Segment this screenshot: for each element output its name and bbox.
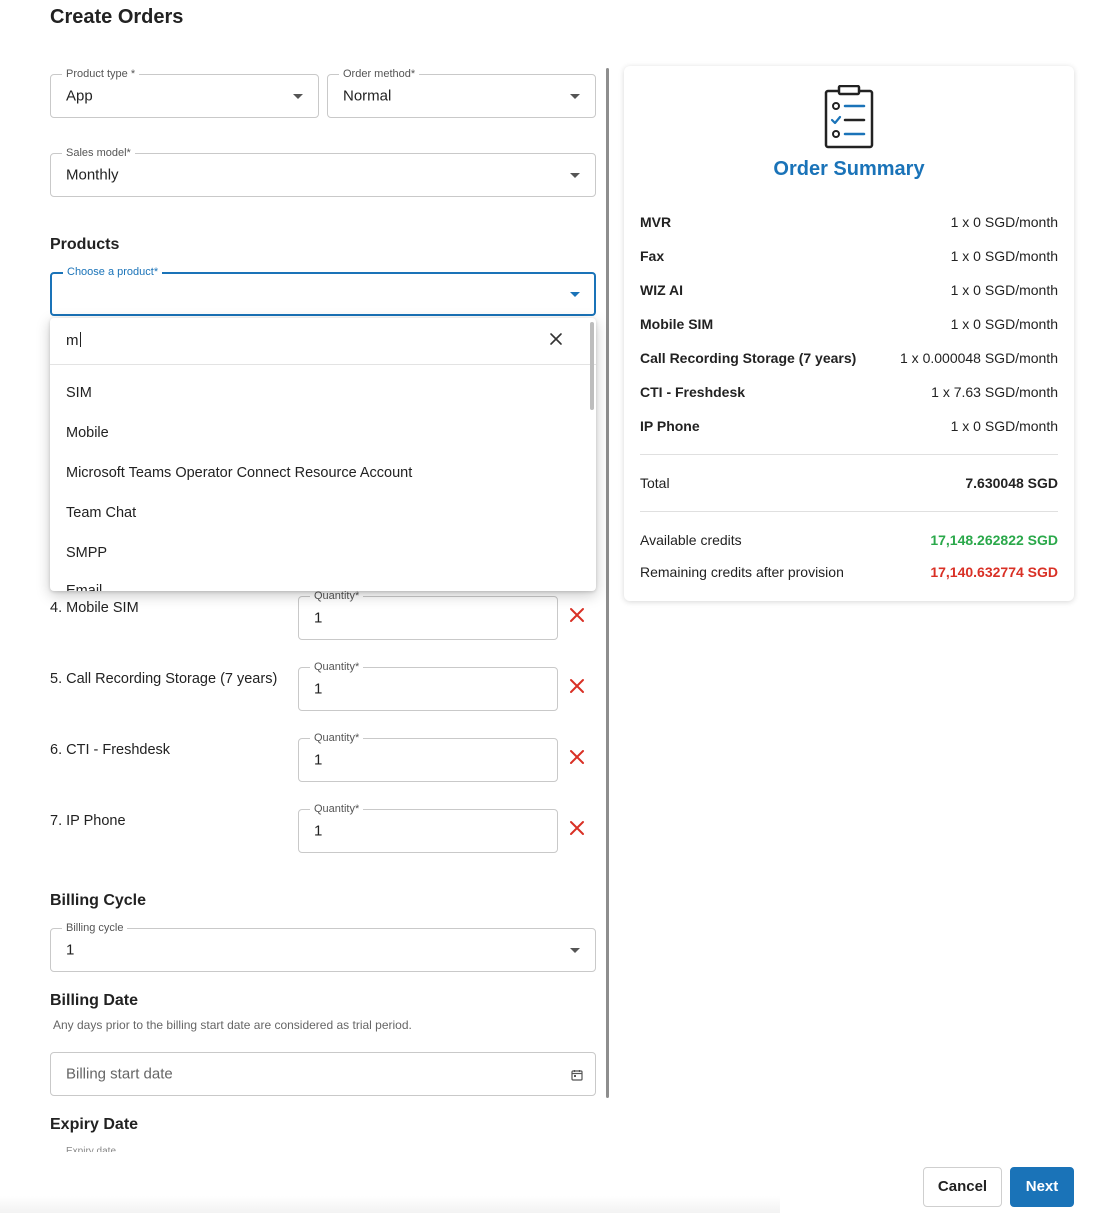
quantity-value: 1 [314, 609, 323, 627]
quantity-value: 1 [314, 822, 323, 840]
quantity-value: 1 [314, 751, 323, 769]
summary-item: IP Phone 1 x 0 SGD/month [640, 418, 1058, 436]
product-row-label: 4. Mobile SIM [50, 600, 139, 616]
billing-date-hint: Any days prior to the billing start date… [53, 1018, 412, 1032]
quantity-label: Quantity* [310, 661, 364, 673]
page-title: Create Orders [50, 6, 184, 28]
chevron-down-icon [293, 94, 303, 99]
quantity-label: Quantity* [310, 803, 364, 815]
summary-item: MVR 1 x 0 SGD/month [640, 214, 1058, 232]
summary-divider [640, 454, 1058, 455]
summary-item-name: CTI - Freshdesk [640, 384, 746, 400]
product-type-label: Product type * [62, 68, 140, 80]
summary-item: Mobile SIM 1 x 0 SGD/month [640, 316, 1058, 334]
quantity-label: Quantity* [310, 732, 364, 744]
summary-item-price: 1 x 0 SGD/month [950, 282, 1058, 298]
summary-item-price: 1 x 0 SGD/month [950, 248, 1058, 264]
summary-item: Call Recording Storage (7 years) 1 x 0.0… [640, 350, 1058, 368]
summary-item-price: 1 x 0 SGD/month [950, 214, 1058, 230]
dropdown-option[interactable]: Email [66, 583, 102, 591]
summary-item-name: Call Recording Storage (7 years) [640, 350, 857, 366]
expiry-date-heading: Expiry Date [50, 1116, 139, 1133]
sales-model-value: Monthly [66, 166, 119, 184]
quantity-value: 1 [314, 680, 323, 698]
billing-start-date-input[interactable]: Billing start date [50, 1052, 596, 1096]
available-credits-value: 17,148.262822 SGD [930, 532, 1058, 548]
footer-shadow [0, 1196, 780, 1213]
close-icon[interactable] [548, 331, 564, 347]
remaining-credits-label: Remaining credits after provision [640, 564, 844, 580]
next-button[interactable]: Next [1010, 1167, 1074, 1207]
expiry-date-label: Expiry date [66, 1146, 117, 1152]
summary-item: CTI - Freshdesk 1 x 7.63 SGD/month [640, 384, 1058, 402]
product-row-label: 6. CTI - Freshdesk [50, 742, 171, 758]
available-credits: Available credits 17,148.262822 SGD [640, 532, 1058, 550]
remaining-credits-value: 17,140.632774 SGD [930, 564, 1058, 580]
remaining-credits: Remaining credits after provision 17,140… [640, 564, 1058, 582]
summary-item-name: Fax [640, 248, 665, 264]
available-credits-label: Available credits [640, 532, 742, 548]
summary-item-price: 1 x 0 SGD/month [950, 418, 1058, 434]
product-search-input[interactable]: m [50, 318, 596, 365]
quantity-input[interactable]: Quantity* 1 [298, 803, 558, 853]
summary-item-name: IP Phone [640, 418, 700, 434]
choose-product-select[interactable]: Choose a product* [50, 266, 596, 316]
chevron-down-icon [570, 173, 580, 178]
sales-model-select[interactable]: Sales model* Monthly [50, 147, 596, 197]
quantity-label: Quantity* [310, 590, 364, 602]
billing-cycle-heading: Billing Cycle [50, 892, 147, 909]
dropdown-option[interactable]: Team Chat [66, 505, 136, 521]
order-method-select[interactable]: Order method* Normal [327, 68, 596, 118]
remove-x-icon[interactable] [568, 606, 586, 624]
summary-total-label: Total [640, 475, 670, 491]
remove-x-icon[interactable] [568, 748, 586, 766]
billing-date-heading: Billing Date [50, 992, 139, 1009]
chevron-down-icon [570, 94, 580, 99]
summary-item: WIZ AI 1 x 0 SGD/month [640, 282, 1058, 300]
product-type-select[interactable]: Product type * App [50, 68, 319, 118]
summary-item-price: 1 x 0.000048 SGD/month [900, 350, 1058, 366]
calendar-icon[interactable] [571, 1068, 583, 1081]
remove-x-icon[interactable] [568, 819, 586, 837]
form-scrollbar[interactable] [606, 68, 609, 1098]
summary-item: Fax 1 x 0 SGD/month [640, 248, 1058, 266]
products-heading: Products [50, 236, 120, 253]
dropdown-option[interactable]: SIM [66, 385, 92, 401]
product-row-label: 5. Call Recording Storage (7 years) [50, 671, 278, 687]
chevron-down-icon [570, 948, 580, 953]
summary-item-name: MVR [640, 214, 672, 230]
billing-cycle-label: Billing cycle [62, 922, 128, 934]
summary-item-name: WIZ AI [640, 282, 684, 298]
dropdown-option[interactable]: Mobile [66, 425, 109, 441]
product-row-label: 7. IP Phone [50, 813, 126, 829]
summary-total: Total 7.630048 SGD [640, 475, 1058, 493]
quantity-input[interactable]: Quantity* 1 [298, 732, 558, 782]
sales-model-label: Sales model* [62, 147, 135, 159]
dropdown-option[interactable]: Microsoft Teams Operator Connect Resourc… [66, 465, 412, 481]
summary-item-price: 1 x 7.63 SGD/month [931, 384, 1058, 400]
product-dropdown-popup: m SIM Mobile Microsoft Teams Operator Co… [50, 318, 596, 591]
product-type-value: App [66, 87, 93, 105]
chevron-down-icon [570, 292, 580, 297]
remove-x-icon[interactable] [568, 677, 586, 695]
order-method-value: Normal [343, 87, 392, 105]
cancel-button[interactable]: Cancel [923, 1167, 1002, 1207]
order-summary-title: Order Summary [773, 158, 925, 180]
dropdown-option[interactable]: SMPP [66, 545, 107, 561]
clipboard-checklist-icon [824, 84, 874, 149]
billing-cycle-value: 1 [66, 941, 75, 959]
dropdown-scrollbar[interactable] [590, 322, 594, 410]
summary-total-value: 7.630048 SGD [965, 475, 1058, 491]
billing-start-date-placeholder: Billing start date [66, 1065, 173, 1083]
order-summary-card: Order Summary MVR 1 x 0 SGD/month Fax 1 … [624, 66, 1074, 601]
quantity-input[interactable]: Quantity* 1 [298, 661, 558, 711]
summary-divider [640, 511, 1058, 512]
product-search-value: m [66, 332, 81, 349]
billing-cycle-select[interactable]: Billing cycle 1 [50, 922, 596, 972]
choose-product-label: Choose a product* [63, 266, 163, 278]
summary-item-name: Mobile SIM [640, 316, 714, 332]
order-method-label: Order method* [339, 68, 420, 80]
quantity-input[interactable]: Quantity* 1 [298, 590, 558, 640]
summary-item-price: 1 x 0 SGD/month [950, 316, 1058, 332]
